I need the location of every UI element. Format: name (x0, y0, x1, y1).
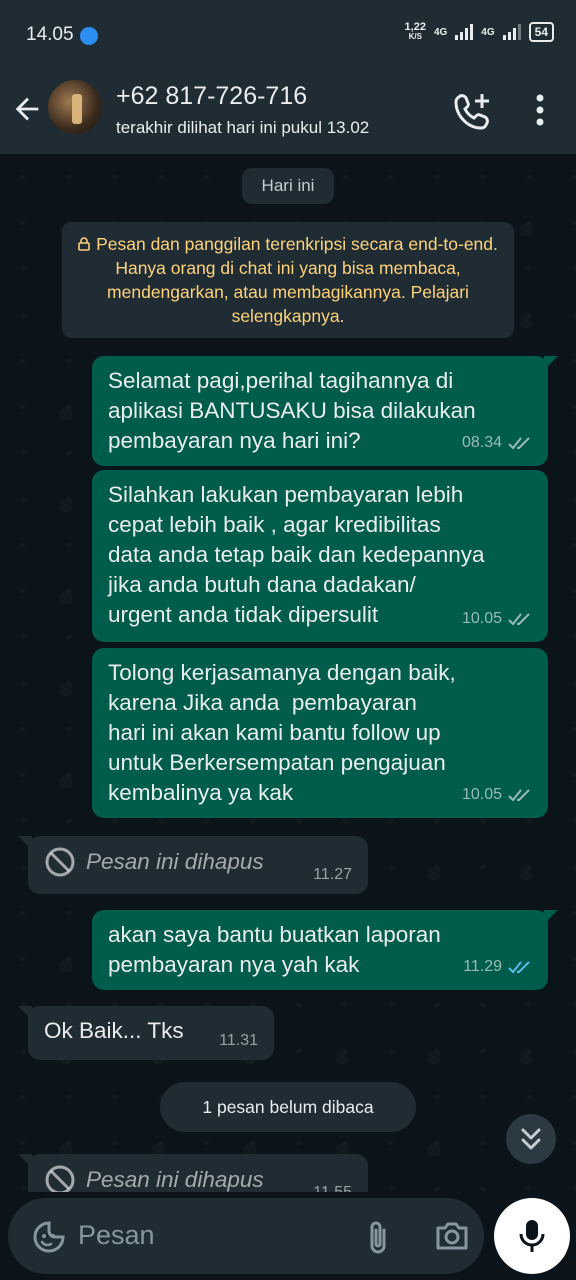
status-bar: 14.05 1,22 K/S 4G 4G 54 (0, 0, 576, 70)
message-bubble-incoming[interactable]: Ok Baik... Tks 11.31 (18, 1006, 274, 1060)
message-meta: 11.55 (313, 1178, 352, 1192)
message-time: 11.55 (313, 1178, 352, 1192)
encryption-notice[interactable]: Pesan dan panggilan terenkripsi secara e… (62, 222, 514, 338)
message-time: 11.31 (219, 1032, 258, 1049)
message-input-container[interactable]: Pesan (8, 1198, 484, 1274)
emoji-sticker-icon[interactable] (32, 1220, 66, 1254)
chat-area[interactable]: Hari ini Pesan dan panggilan terenkripsi… (0, 154, 576, 1192)
signal-icon (502, 24, 521, 40)
notification-icon (80, 27, 98, 45)
status-time: 14.05 (26, 24, 74, 45)
last-seen-status: terakhir dilihat hari ini pukul 13.02 (116, 118, 370, 137)
double-check-icon (508, 789, 530, 802)
signal-icon (455, 24, 474, 40)
message-composer: Pesan (0, 1192, 576, 1280)
voice-message-button[interactable] (494, 1198, 570, 1274)
message-time: 11.27 (313, 866, 352, 883)
camera-icon[interactable] (434, 1218, 470, 1254)
message-bubble-outgoing[interactable]: Silahkan lakukan pembayaran lebih cepat … (92, 470, 548, 642)
message-time: 11.29 (463, 958, 502, 975)
blocked-icon (45, 847, 75, 877)
network-type-2: 4G (481, 26, 495, 38)
battery-icon: 54 (528, 22, 554, 42)
contact-name[interactable]: +62 817-726-716 (116, 82, 307, 111)
message-input[interactable]: Pesan (78, 1220, 155, 1251)
message-bubble-outgoing[interactable]: Tolong kerjasamanya dengan baik, karena … (92, 648, 548, 818)
message-meta: 10.05 (462, 780, 532, 810)
add-call-icon[interactable] (452, 90, 494, 130)
deleted-message: Pesan ini dihapus (44, 846, 352, 878)
lock-icon (78, 237, 90, 251)
blocked-icon (45, 1165, 75, 1192)
message-meta: 10.05 (462, 604, 532, 634)
chevron-double-down-icon (521, 1128, 541, 1150)
message-time: 10.05 (461, 610, 502, 627)
message-bubble-outgoing[interactable]: akan saya bantu buatkan laporan pembayar… (92, 910, 558, 990)
message-bubble-incoming[interactable]: Pesan ini dihapus 11.55 (18, 1154, 368, 1192)
message-meta: 08.34 (462, 428, 532, 458)
network-type-1: 4G (433, 26, 448, 38)
scroll-to-bottom-button[interactable] (506, 1114, 556, 1164)
read-double-check-icon (508, 961, 530, 974)
double-check-icon (508, 437, 530, 450)
double-check-icon (508, 613, 530, 626)
microphone-icon (519, 1220, 545, 1252)
message-meta: 11.31 (219, 1026, 258, 1056)
message-bubble-incoming[interactable]: Pesan ini dihapus 11.27 (18, 836, 368, 894)
message-bubble-outgoing[interactable]: Selamat pagi,perihal tagihannya di aplik… (92, 356, 558, 466)
message-meta: 11.27 (313, 860, 352, 890)
deleted-message: Pesan ini dihapus (44, 1164, 352, 1192)
message-time: 08.34 (461, 434, 502, 451)
more-vert-icon[interactable] (528, 92, 552, 128)
date-chip: Hari ini (242, 168, 334, 204)
avatar[interactable] (48, 80, 102, 134)
network-speed: 1,22 K/S (404, 21, 426, 42)
message-time: 10.05 (461, 786, 502, 803)
status-indicators: 1,22 K/S 4G 4G 54 (405, 22, 554, 42)
unread-messages-chip: 1 pesan belum dibaca (160, 1082, 416, 1132)
message-meta: 11.29 (463, 952, 532, 982)
back-arrow-icon[interactable] (10, 92, 44, 126)
paperclip-icon[interactable] (364, 1218, 392, 1256)
chat-header: +62 817-726-716 terakhir dilihat hari in… (0, 70, 576, 154)
